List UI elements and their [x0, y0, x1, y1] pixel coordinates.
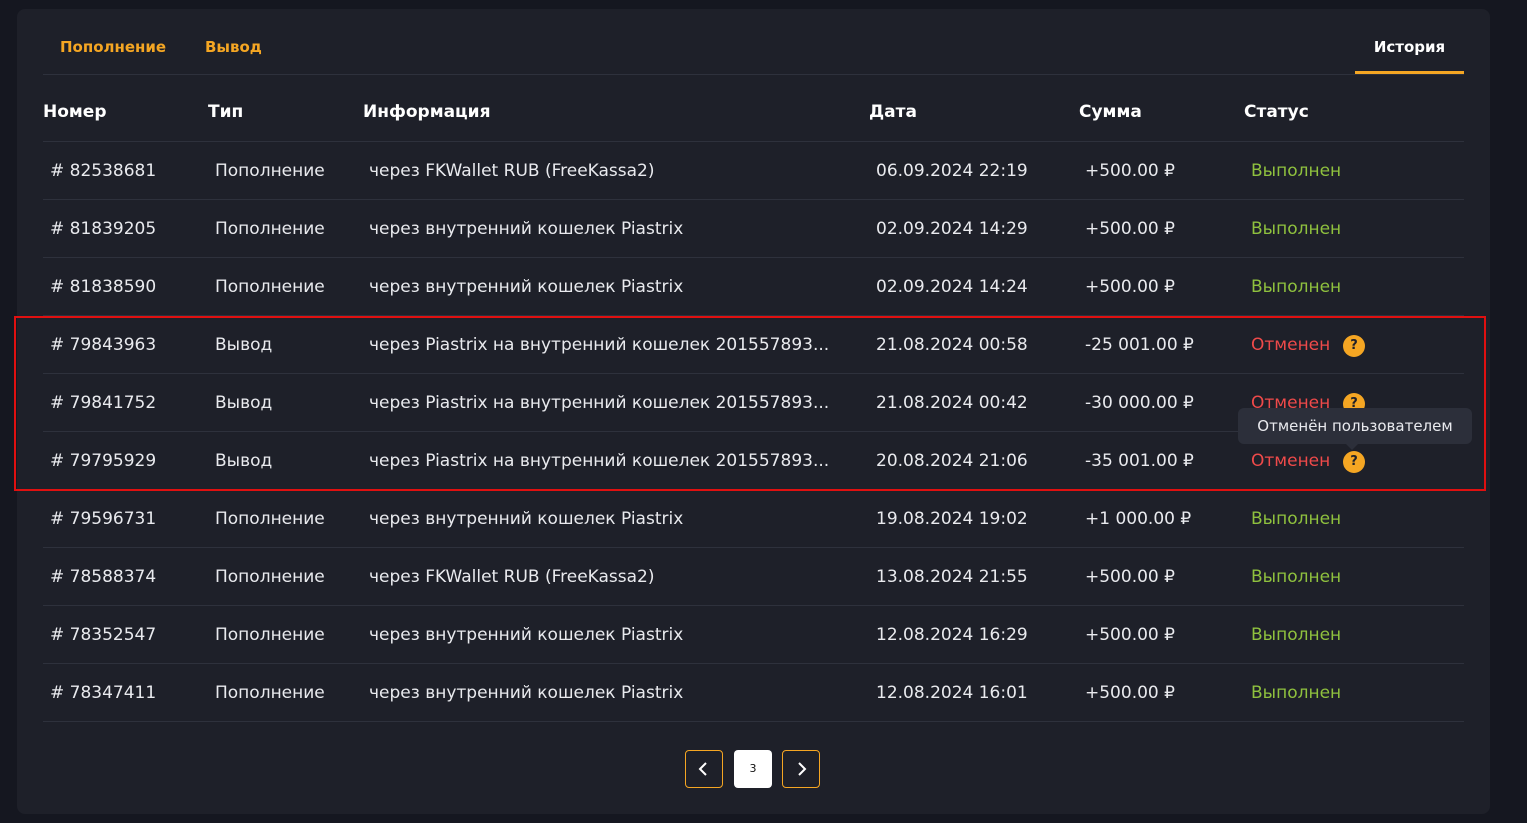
row-date: 21.08.2024 00:42 — [876, 393, 1028, 413]
row-number: # 81838590 — [50, 277, 157, 297]
row-type: Вывод — [215, 451, 273, 471]
tab-bar: Пополнение Вывод История — [43, 27, 1464, 75]
header-info: Информация — [363, 102, 491, 122]
row-date: 13.08.2024 21:55 — [876, 567, 1028, 587]
row-info: через Piastrix на внутренний кошелек 201… — [369, 451, 830, 471]
row-sum: -25 001.00 ₽ — [1085, 335, 1194, 355]
row-info: через Piastrix на внутренний кошелек 201… — [369, 335, 830, 355]
table-row: # 81839205 Пополнение через внутренний к… — [43, 200, 1464, 258]
row-sum: -30 000.00 ₽ — [1085, 393, 1194, 413]
row-type: Вывод — [215, 393, 273, 413]
tab-history[interactable]: История — [1355, 27, 1464, 74]
row-status: Выполнен — [1251, 683, 1342, 703]
table-row: # 78352547 Пополнение через внутренний к… — [43, 606, 1464, 664]
row-info: через Piastrix на внутренний кошелек 201… — [369, 393, 830, 413]
row-type: Пополнение — [215, 219, 325, 239]
status-tooltip: Отменён пользователем — [1238, 408, 1472, 444]
prev-page-button[interactable] — [685, 750, 723, 788]
row-status: Выполнен — [1251, 219, 1342, 239]
help-question-icon[interactable]: ? — [1343, 335, 1365, 357]
header-date: Дата — [869, 102, 917, 122]
row-date: 12.08.2024 16:29 — [876, 625, 1028, 645]
row-number: # 79795929 — [50, 451, 157, 471]
tab-deposit[interactable]: Пополнение — [60, 27, 166, 71]
row-status: Выполнен — [1251, 277, 1342, 297]
row-date: 02.09.2024 14:29 — [876, 219, 1028, 239]
row-sum: +500.00 ₽ — [1085, 625, 1175, 645]
header-num: Номер — [43, 102, 107, 122]
row-number: # 78347411 — [50, 683, 157, 703]
row-date: 19.08.2024 19:02 — [876, 509, 1028, 529]
row-sum: +500.00 ₽ — [1085, 219, 1175, 239]
row-date: 12.08.2024 16:01 — [876, 683, 1028, 703]
row-type: Пополнение — [215, 683, 325, 703]
row-status: Выполнен — [1251, 567, 1342, 587]
row-status: Выполнен — [1251, 509, 1342, 529]
row-sum: +1 000.00 ₽ — [1085, 509, 1192, 529]
row-info: через внутренний кошелек Piastrix — [369, 277, 684, 297]
row-info: через внутренний кошелек Piastrix — [369, 683, 684, 703]
row-number: # 78352547 — [50, 625, 157, 645]
row-status: Отменен — [1251, 335, 1331, 355]
row-sum: +500.00 ₽ — [1085, 277, 1175, 297]
row-type: Вывод — [215, 335, 273, 355]
row-date: 21.08.2024 00:58 — [876, 335, 1028, 355]
row-info: через внутренний кошелек Piastrix — [369, 509, 684, 529]
row-status: Выполнен — [1251, 161, 1342, 181]
help-question-icon[interactable]: ? — [1343, 451, 1365, 473]
table-row: # 78347411 Пополнение через внутренний к… — [43, 664, 1464, 722]
table-header: Номер Тип Информация Дата Сумма Статус — [43, 89, 1464, 142]
header-status: Статус — [1244, 102, 1309, 122]
tooltip-arrow — [1346, 444, 1358, 450]
table-row: # 79596731 Пополнение через внутренний к… — [43, 490, 1464, 548]
row-info: через внутренний кошелек Piastrix — [369, 219, 684, 239]
row-info: через внутренний кошелек Piastrix — [369, 625, 684, 645]
row-type: Пополнение — [215, 625, 325, 645]
row-type: Пополнение — [215, 161, 325, 181]
row-number: # 78588374 — [50, 567, 157, 587]
row-number: # 79843963 — [50, 335, 157, 355]
table-row: # 78588374 Пополнение через FKWallet RUB… — [43, 548, 1464, 606]
tab-withdraw[interactable]: Вывод — [205, 27, 262, 71]
row-number: # 79841752 — [50, 393, 157, 413]
table-row: # 79843963 Вывод через Piastrix на внутр… — [43, 316, 1464, 374]
chevron-right-icon — [798, 762, 807, 776]
row-sum: +500.00 ₽ — [1085, 567, 1175, 587]
table-row: # 81838590 Пополнение через внутренний к… — [43, 258, 1464, 316]
chevron-left-icon — [698, 762, 707, 776]
row-info: через FKWallet RUB (FreeKassa2) — [369, 161, 655, 181]
row-number: # 81839205 — [50, 219, 157, 239]
next-page-button[interactable] — [782, 750, 820, 788]
table-row: # 82538681 Пополнение через FKWallet RUB… — [43, 142, 1464, 200]
row-info: через FKWallet RUB (FreeKassa2) — [369, 567, 655, 587]
row-status: Выполнен — [1251, 625, 1342, 645]
row-date: 20.08.2024 21:06 — [876, 451, 1028, 471]
header-type: Тип — [208, 102, 244, 122]
row-type: Пополнение — [215, 567, 325, 587]
row-sum: +500.00 ₽ — [1085, 683, 1175, 703]
row-number: # 79596731 — [50, 509, 157, 529]
current-page[interactable]: 3 — [734, 750, 772, 788]
row-type: Пополнение — [215, 509, 325, 529]
row-date: 06.09.2024 22:19 — [876, 161, 1028, 181]
row-date: 02.09.2024 14:24 — [876, 277, 1028, 297]
row-sum: -35 001.00 ₽ — [1085, 451, 1194, 471]
header-sum: Сумма — [1079, 102, 1142, 122]
row-type: Пополнение — [215, 277, 325, 297]
row-number: # 82538681 — [50, 161, 157, 181]
row-sum: +500.00 ₽ — [1085, 161, 1175, 181]
